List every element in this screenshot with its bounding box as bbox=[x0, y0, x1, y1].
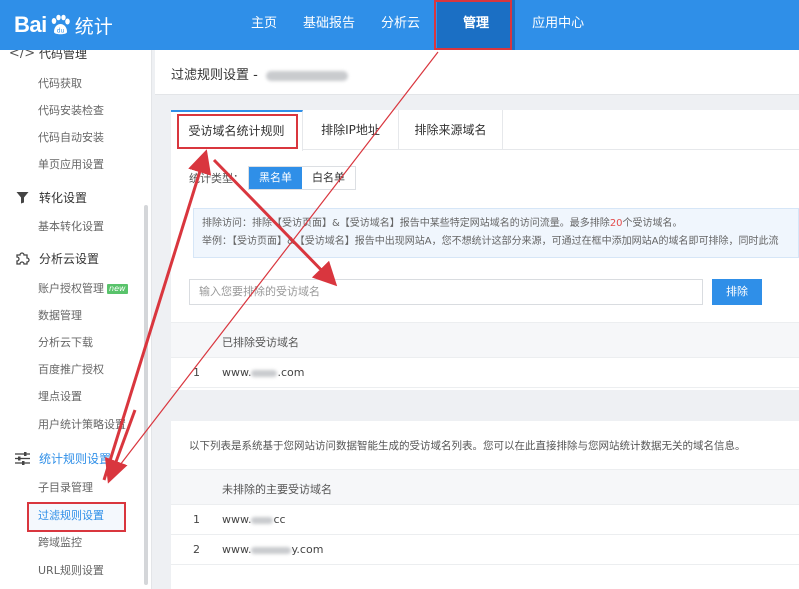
sidebar-item-cloud-download[interactable]: 分析云下载 bbox=[38, 334, 93, 352]
sidebar-group-analytics-cloud[interactable]: 分析云设置 bbox=[0, 247, 150, 269]
exclude-domain-input[interactable]: 输入您要排除的受访域名 bbox=[189, 279, 703, 305]
paw-logo-icon: du bbox=[49, 14, 71, 36]
sidebar-item-spa-settings[interactable]: 单页应用设置 bbox=[38, 156, 104, 174]
sidebar-item-tracking-settings[interactable]: 埋点设置 bbox=[38, 388, 82, 406]
svg-text:du: du bbox=[56, 28, 64, 35]
row-index: 2 bbox=[193, 543, 200, 556]
filter-rules-card: 受访域名统计规则 排除IP地址 排除来源域名 统计类型： 黑名单 白名单 排除访… bbox=[171, 110, 799, 390]
code-icon: </> bbox=[8, 50, 36, 61]
page-title: 过滤规则设置 - bbox=[171, 64, 348, 83]
redacted-domain bbox=[251, 516, 274, 524]
sidebar-group-code[interactable]: </> 代码管理 bbox=[0, 50, 150, 64]
redacted-site-name bbox=[265, 70, 348, 81]
sidebar-item-promotion-auth[interactable]: 百度推广授权 bbox=[38, 361, 104, 379]
sidebar-group-label: 统计规则设置 bbox=[39, 451, 112, 466]
table-row: 1 www. cc bbox=[171, 505, 799, 535]
sidebar-item-user-strategy[interactable]: 用户统计策略设置 bbox=[38, 416, 126, 434]
row-index: 1 bbox=[193, 513, 200, 526]
sidebar-group-label: 转化设置 bbox=[39, 190, 88, 205]
column-header: 已排除受访域名 bbox=[222, 336, 299, 349]
nav-basic-report[interactable]: 基础报告 bbox=[290, 0, 368, 50]
stat-type-label: 统计类型： bbox=[189, 172, 244, 185]
puzzle-icon bbox=[14, 251, 30, 266]
row-index: 1 bbox=[193, 366, 200, 379]
new-badge: new bbox=[107, 284, 128, 294]
suggested-domains-card: 以下列表是系统基于您网站访问数据智能生成的受访域名列表。您可以在此直接排除与您网… bbox=[171, 421, 799, 589]
excluded-table-header: 已排除受访域名 bbox=[171, 322, 799, 358]
column-header: 未排除的主要受访域名 bbox=[222, 483, 332, 496]
logo-suffix: 统计 bbox=[74, 15, 113, 38]
sidebar-item-code-check[interactable]: 代码安装检查 bbox=[38, 102, 104, 120]
table-row: 1 www. .com bbox=[171, 358, 799, 388]
sidebar-item-subdirectory[interactable]: 子目录管理 bbox=[38, 479, 93, 497]
tab-exclude-ip[interactable]: 排除IP地址 bbox=[303, 110, 399, 150]
stat-type-toggle: 黑名单 白名单 bbox=[248, 166, 356, 190]
row-domain: www. cc bbox=[222, 513, 286, 526]
suggestion-description: 以下列表是系统基于您网站访问数据智能生成的受访域名列表。您可以在此直接排除与您网… bbox=[189, 440, 746, 452]
row-domain: www. y.com bbox=[222, 543, 324, 556]
sidebar-item-auto-install[interactable]: 代码自动安装 bbox=[38, 129, 104, 147]
sidebar-item-filter-rules[interactable]: 过滤规则设置 bbox=[38, 507, 104, 525]
info-line-2: 举例：【受访页面】&【受访域名】报告中出现网站A，您不想统计这部分来源，可通过在… bbox=[202, 236, 779, 247]
sidebar-item-basic-conversion[interactable]: 基本转化设置 bbox=[38, 218, 104, 236]
nav-app-center[interactable]: 应用中心 bbox=[519, 0, 597, 50]
stat-type-row: 统计类型： 黑名单 白名单 bbox=[189, 166, 356, 190]
row-domain: www. .com bbox=[222, 366, 305, 379]
logo-text: Bai bbox=[14, 12, 47, 37]
max-count: 20 bbox=[609, 218, 623, 229]
rule-tabs: 受访域名统计规则 排除IP地址 排除来源域名 bbox=[171, 110, 799, 151]
exclude-button[interactable]: 排除 bbox=[712, 279, 762, 305]
sidebar-item-data-management[interactable]: 数据管理 bbox=[38, 307, 82, 325]
main-nav: 主页 基础报告 分析云 管理 应用中心 bbox=[238, 0, 597, 50]
sidebar-group-stat-rules[interactable]: 统计规则设置 bbox=[0, 447, 150, 469]
info-line-1: 排除访问：排除【受访页面】&【受访域名】报告中某些特定网站域名的访问流量。最多排… bbox=[202, 218, 683, 229]
sidebar-item-url-rules[interactable]: URL规则设置 bbox=[38, 562, 104, 580]
sidebar-item-get-code[interactable]: 代码获取 bbox=[38, 75, 82, 93]
sidebar-group-label: 代码管理 bbox=[39, 50, 88, 61]
nav-home[interactable]: 主页 bbox=[238, 0, 290, 50]
tab-visited-domain-rules[interactable]: 受访域名统计规则 bbox=[171, 110, 303, 151]
unexcluded-table-header: 未排除的主要受访域名 bbox=[171, 469, 799, 505]
sidebar-group-label: 分析云设置 bbox=[39, 251, 100, 266]
sidebar: </> 代码管理 代码获取 代码安装检查 代码自动安装 单页应用设置 转化设置 … bbox=[0, 50, 152, 589]
sidebar-item-cross-domain[interactable]: 跨域监控 bbox=[38, 534, 82, 552]
page-header: 过滤规则设置 - bbox=[155, 50, 799, 95]
redacted-domain bbox=[251, 369, 278, 377]
sidebar-group-conversion[interactable]: 转化设置 bbox=[0, 186, 150, 208]
nav-management[interactable]: 管理 bbox=[437, 0, 516, 50]
top-navbar: Bai du 统计 主页 基础报告 分析云 管理 应用中心 bbox=[0, 0, 799, 50]
redacted-domain bbox=[251, 546, 292, 554]
sidebar-item-account-auth[interactable]: 账户授权管理 new bbox=[38, 280, 128, 298]
nav-analytics-cloud[interactable]: 分析云 bbox=[368, 0, 433, 50]
baidu-tongji-logo[interactable]: Bai du 统计 bbox=[14, 10, 113, 40]
table-row: 2 www. y.com bbox=[171, 535, 799, 565]
blacklist-option[interactable]: 黑名单 bbox=[249, 167, 302, 189]
sidebar-scrollbar[interactable] bbox=[144, 205, 148, 585]
page-title-text: 过滤规则设置 - bbox=[171, 68, 258, 83]
info-box: 排除访问：排除【受访页面】&【受访域名】报告中某些特定网站域名的访问流量。最多排… bbox=[193, 208, 799, 258]
tab-exclude-referrer[interactable]: 排除来源域名 bbox=[399, 110, 503, 150]
sidebar-item-label: 账户授权管理 bbox=[38, 282, 104, 295]
whitelist-option[interactable]: 白名单 bbox=[302, 167, 355, 189]
funnel-icon bbox=[14, 191, 30, 204]
sliders-icon bbox=[14, 451, 30, 465]
